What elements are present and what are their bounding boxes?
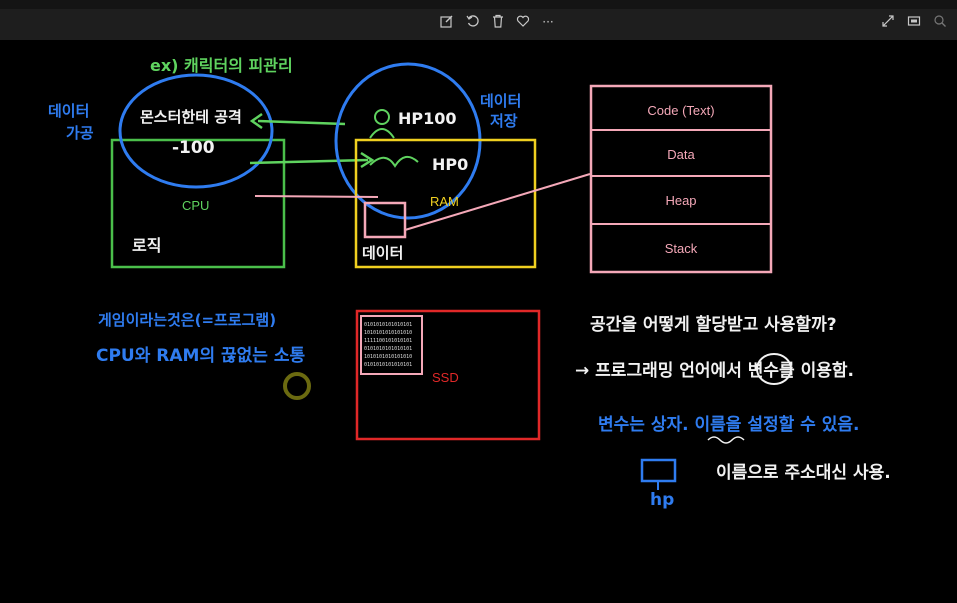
favorite-icon[interactable] — [515, 14, 531, 30]
storage-label: 데이터 저장 — [480, 92, 527, 130]
cpu-ram-link — [254, 195, 379, 198]
drawing-canvas: ex) 캐릭터의 피관리 데이터 가공 CPU 로직 몬스터한테 공격 -100… — [0, 40, 957, 599]
binary-row: 0101010101010101 — [364, 362, 412, 368]
title-strip — [0, 0, 957, 9]
question-text: 공간을 어떻게 할당받고 사용할까? — [590, 314, 837, 335]
binary-row: 1010101010101010 — [364, 330, 412, 336]
damage-value: -100 — [172, 138, 215, 158]
rotate-icon[interactable] — [465, 14, 481, 30]
memory-layout: Code (Text) Data Heap Stack — [589, 84, 773, 274]
ssd-label: SSD — [432, 370, 459, 385]
variable-box — [640, 458, 677, 483]
process-oval — [118, 73, 274, 189]
binary-row: 0101010101010101 — [364, 322, 412, 328]
name-underline — [707, 436, 745, 444]
cpu-label: CPU — [182, 198, 209, 213]
answer-text: → 프로그래밍 언어에서 변수를 이용함. — [575, 360, 854, 381]
whiteboard-drawing: ex) 캐릭터의 피관리 데이터 가공 CPU 로직 몬스터한테 공격 -100… — [48, 56, 891, 510]
logic-label: 로직 — [132, 236, 161, 255]
variable-note: 변수는 상자. 이름을 설정할 수 있음. — [598, 415, 859, 435]
binary-row: 0101010101010101 — [364, 346, 412, 352]
viewer-toolbar: ··· — [0, 0, 957, 40]
process-label-line1: 데이터 — [48, 102, 89, 120]
segment-code: Code (Text) — [647, 103, 714, 118]
memory-dividers — [591, 129, 771, 225]
expand-icon[interactable] — [880, 14, 896, 30]
storage-label-line2: 저장 — [490, 112, 518, 130]
fit-icon[interactable] — [906, 14, 922, 30]
zoom-icon[interactable] — [932, 14, 948, 30]
data-label: 데이터 — [362, 244, 403, 262]
delete-icon[interactable] — [490, 14, 506, 30]
edit-icon[interactable] — [439, 14, 455, 30]
character-icon — [374, 109, 390, 125]
binary-row: 1010101010101010 — [364, 354, 412, 360]
program-line-2: CPU와 RAM의 끊없는 소통 — [96, 346, 305, 366]
ram-label: RAM — [430, 194, 459, 209]
variable-box-label: hp — [650, 490, 674, 510]
segment-data: Data — [667, 147, 695, 162]
segment-heap: Heap — [665, 193, 696, 208]
title-text: ex) 캐릭터의 피관리 — [150, 56, 293, 75]
segment-stack: Stack — [665, 241, 698, 256]
binary-data: 0101010101010101 1010101010101010 111110… — [364, 322, 412, 368]
name-note: 이름으로 주소대신 사용. — [716, 463, 891, 483]
binary-row: 1111100101010101 — [364, 338, 412, 344]
process-label-line2: 가공 — [66, 124, 94, 142]
cursor-ring — [283, 372, 311, 400]
attack-text: 몬스터한테 공격 — [140, 108, 242, 126]
more-icon[interactable]: ··· — [540, 14, 556, 30]
program-line-1: 게임이라는것은(=프로그램) — [98, 311, 276, 329]
write-arrow — [249, 158, 369, 165]
storage-label-line1: 데이터 — [480, 92, 521, 110]
knocked-character-icon — [369, 155, 419, 168]
character-body — [369, 128, 395, 139]
hp-full-text: HP100 — [398, 109, 457, 128]
process-label: 데이터 가공 — [48, 102, 95, 142]
hp-zero-text: HP0 — [432, 155, 468, 174]
